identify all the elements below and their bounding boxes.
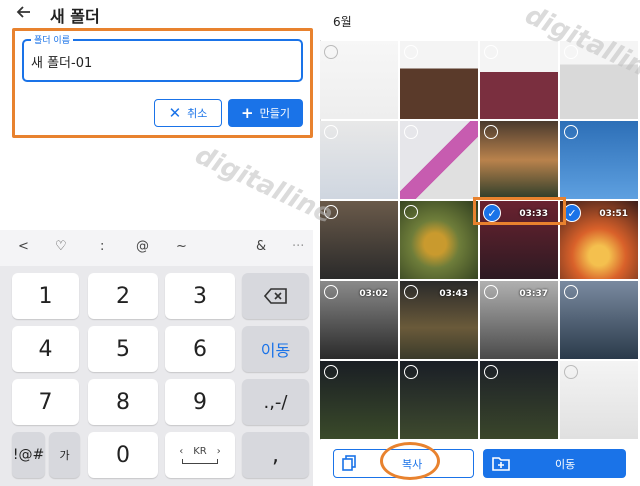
create-label: 만들기 bbox=[259, 107, 290, 120]
chevron-left-icon: ‹ bbox=[179, 446, 184, 457]
photo-thumbnail[interactable] bbox=[480, 361, 558, 439]
key-4[interactable]: 4 bbox=[12, 326, 79, 372]
cancel-label: 취소 bbox=[187, 107, 208, 120]
select-circle[interactable] bbox=[324, 205, 338, 219]
close-icon: ✕ bbox=[168, 104, 182, 122]
photo-thumbnail[interactable] bbox=[400, 41, 478, 119]
select-circle[interactable] bbox=[324, 125, 338, 139]
folder-move-icon bbox=[492, 455, 510, 471]
month-label: 6월 bbox=[333, 15, 352, 29]
tilde-key[interactable]: ~ bbox=[176, 239, 187, 254]
photo-thumbnail[interactable] bbox=[400, 121, 478, 199]
key-6[interactable]: 6 bbox=[165, 326, 235, 372]
select-circle[interactable] bbox=[564, 45, 578, 59]
video-thumbnail[interactable]: 03:37 bbox=[480, 281, 558, 359]
key-1[interactable]: 1 bbox=[12, 273, 79, 319]
video-duration: 03:37 bbox=[519, 289, 548, 299]
photo-thumbnail[interactable] bbox=[320, 121, 398, 199]
photo-thumbnail[interactable] bbox=[480, 41, 558, 119]
select-circle[interactable] bbox=[404, 285, 418, 299]
photo-thumbnail[interactable] bbox=[480, 121, 558, 199]
select-circle[interactable] bbox=[404, 365, 418, 379]
gallery-header bbox=[320, 0, 640, 40]
video-thumbnail[interactable]: 03:02 bbox=[320, 281, 398, 359]
key-0[interactable]: 0 bbox=[88, 432, 158, 478]
cancel-button[interactable]: ✕ 취소 bbox=[154, 99, 222, 127]
comma-key[interactable]: , bbox=[242, 432, 309, 478]
select-circle[interactable] bbox=[484, 125, 498, 139]
photo-thumbnail[interactable] bbox=[320, 361, 398, 439]
symbol-key[interactable]: !@# bbox=[12, 432, 45, 478]
backspace-icon bbox=[263, 288, 287, 304]
select-circle[interactable] bbox=[324, 365, 338, 379]
more-key[interactable]: ··· bbox=[292, 239, 304, 254]
video-duration: 03:43 bbox=[439, 289, 468, 299]
photo-thumbnail[interactable] bbox=[560, 121, 638, 199]
video-duration: 03:51 bbox=[599, 209, 628, 219]
key-2[interactable]: 2 bbox=[88, 273, 158, 319]
select-circle[interactable] bbox=[484, 285, 498, 299]
photo-thumbnail[interactable] bbox=[560, 361, 638, 439]
photo-thumbnail[interactable] bbox=[400, 201, 478, 279]
select-circle[interactable] bbox=[324, 285, 338, 299]
video-duration: 03:02 bbox=[359, 289, 388, 299]
space-bar-icon bbox=[182, 459, 218, 464]
chevron-left-icon[interactable]: < bbox=[18, 239, 29, 254]
photo-thumbnail[interactable] bbox=[400, 361, 478, 439]
video-thumbnail-selected[interactable]: ✓ 03:51 bbox=[560, 201, 638, 279]
language-label: KR bbox=[193, 446, 207, 457]
copy-icon bbox=[340, 454, 358, 472]
move-label: 이동 bbox=[555, 458, 576, 471]
colon-key[interactable]: : bbox=[100, 239, 104, 254]
plus-icon: + bbox=[241, 104, 254, 122]
select-circle[interactable] bbox=[404, 125, 418, 139]
photo-thumbnail[interactable] bbox=[560, 41, 638, 119]
language-key[interactable]: ‹ KR › bbox=[165, 432, 235, 478]
select-circle[interactable] bbox=[404, 205, 418, 219]
at-key[interactable]: @ bbox=[136, 239, 149, 254]
select-circle[interactable] bbox=[484, 45, 498, 59]
create-button[interactable]: + 만들기 bbox=[228, 99, 303, 127]
hangul-key[interactable]: 가 bbox=[49, 432, 80, 478]
ampersand-key[interactable]: & bbox=[256, 239, 266, 254]
video-thumbnail[interactable]: 03:43 bbox=[400, 281, 478, 359]
chevron-right-icon: › bbox=[216, 446, 221, 457]
dialog-title: 새 폴더 bbox=[50, 7, 100, 26]
move-key[interactable]: 이동 bbox=[242, 326, 309, 372]
key-3[interactable]: 3 bbox=[165, 273, 235, 319]
key-8[interactable]: 8 bbox=[88, 379, 158, 425]
select-circle[interactable] bbox=[564, 285, 578, 299]
back-arrow-icon[interactable] bbox=[16, 4, 32, 25]
photo-thumbnail[interactable] bbox=[320, 201, 398, 279]
select-circle[interactable] bbox=[564, 365, 578, 379]
key-9[interactable]: 9 bbox=[165, 379, 235, 425]
select-circle[interactable] bbox=[484, 365, 498, 379]
punctuation-key[interactable]: .,-/ bbox=[242, 379, 309, 425]
key-7[interactable]: 7 bbox=[12, 379, 79, 425]
backspace-key[interactable] bbox=[242, 273, 309, 319]
highlight-oval-copy bbox=[380, 442, 440, 480]
select-circle[interactable] bbox=[324, 45, 338, 59]
folder-name-label: 폴더 이름 bbox=[31, 33, 73, 46]
photo-thumbnail[interactable] bbox=[320, 41, 398, 119]
panel-separator bbox=[313, 0, 320, 486]
select-circle[interactable] bbox=[404, 45, 418, 59]
highlight-box-selection bbox=[473, 197, 566, 225]
folder-name-value[interactable]: 새 폴더-01 bbox=[31, 52, 92, 71]
select-circle[interactable] bbox=[564, 125, 578, 139]
key-5[interactable]: 5 bbox=[88, 326, 158, 372]
photo-thumbnail[interactable] bbox=[560, 281, 638, 359]
heart-key[interactable]: ♡ bbox=[55, 239, 67, 254]
